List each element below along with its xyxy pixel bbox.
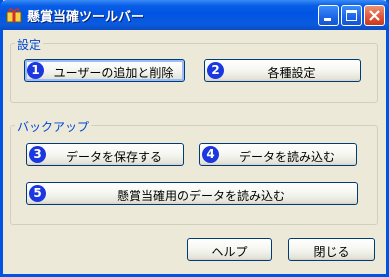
toolbar-app-icon (6, 7, 22, 23)
number-badge-4: 4 (202, 146, 219, 163)
number-badge-1: 1 (27, 62, 44, 79)
maximize-icon (346, 10, 357, 21)
backup-group-label: バックアップ (15, 118, 92, 135)
maximize-button[interactable] (341, 5, 362, 26)
close-label: 閉じる (313, 245, 350, 259)
load-data-button[interactable]: 4 データを読み込む (199, 143, 357, 166)
settings-button[interactable]: 2 各種設定 (204, 59, 361, 82)
number-badge-5: 5 (29, 185, 46, 202)
minimize-icon (324, 18, 331, 21)
user-add-remove-button[interactable]: 1 ユーザーの追加と削除 (24, 59, 185, 82)
save-data-button[interactable]: 3 データを保存する (26, 143, 184, 166)
minimize-button[interactable] (318, 5, 339, 26)
number-badge-3: 3 (29, 146, 46, 163)
load-data-label: データを読み込む (238, 150, 335, 164)
close-button[interactable]: 閉じる (288, 238, 375, 261)
save-data-label: データを保存する (65, 150, 162, 164)
app-window: 懸賞当確ツールバー 設定 1 ユーザーの追加と削除 2 各種設定 バックアップ … (0, 0, 389, 277)
help-label: ヘルプ (211, 245, 248, 259)
settings-group-label: 設定 (15, 36, 44, 53)
help-button[interactable]: ヘルプ (187, 238, 272, 261)
settings-label: 各種設定 (267, 66, 316, 80)
user-add-remove-label: ユーザーの追加と削除 (53, 66, 174, 80)
title-bar[interactable]: 懸賞当確ツールバー (0, 0, 389, 30)
close-icon (369, 10, 380, 21)
window-title: 懸賞当確ツールバー (27, 10, 145, 25)
backup-group (10, 125, 378, 225)
close-window-button[interactable] (364, 5, 385, 26)
load-contest-data-button[interactable]: 5 懸賞当確用のデータを読み込む (26, 182, 358, 205)
number-badge-2: 2 (207, 62, 224, 79)
load-contest-data-label: 懸賞当確用のデータを読み込む (116, 189, 285, 203)
